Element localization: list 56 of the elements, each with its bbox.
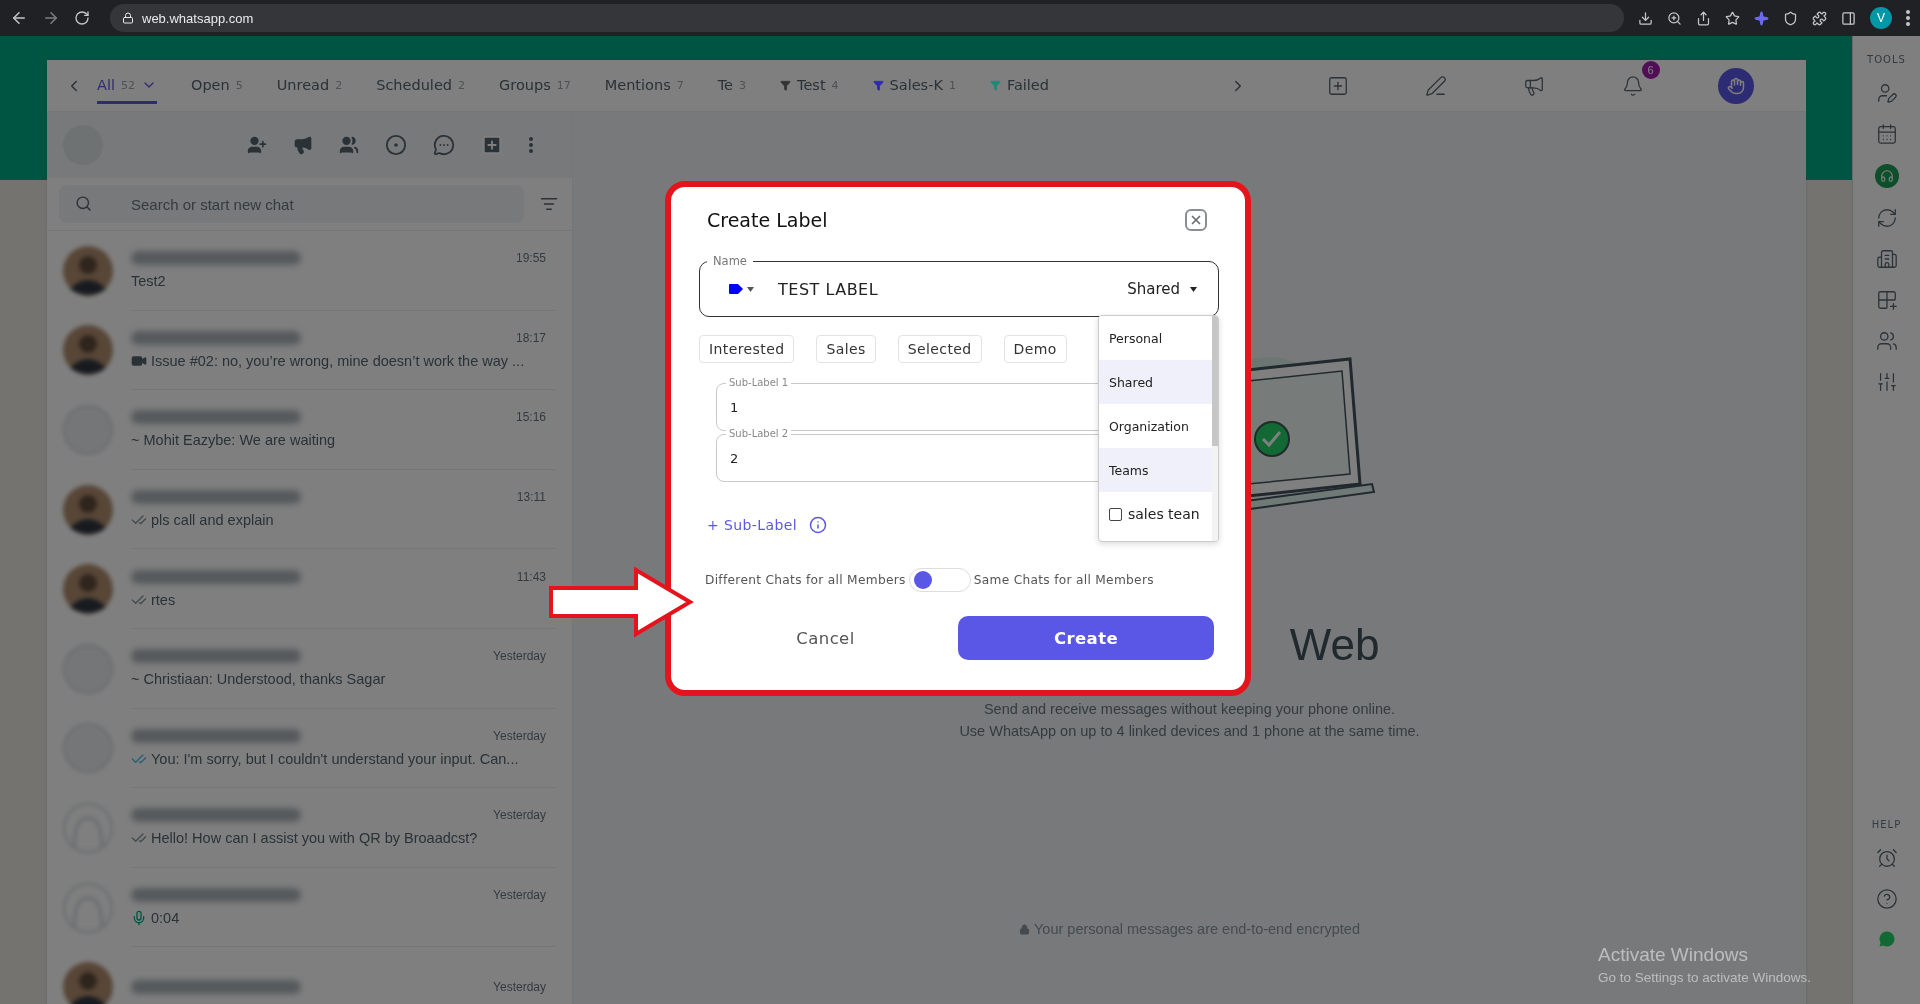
url-text: web.whatsapp.com	[142, 10, 254, 26]
label-chip[interactable]: Selected	[897, 335, 982, 363]
toggle-label: Different Chats for all Members	[705, 573, 906, 587]
scope-select[interactable]: Shared	[1127, 280, 1197, 298]
chat-item[interactable]: 18:17 Issue #02: no, you’re wrong, mine doesn’t work the way ...	[47, 310, 572, 391]
intro-text: Use WhatsApp on up to 4 linked devices and 1 phone at the same time.	[959, 722, 1420, 741]
chat-item[interactable]: Yesterday You: I'm sorry, but I couldn't understand your input. Can...	[47, 708, 572, 789]
intro-text: Send and receive messages without keeping your phone online.	[983, 700, 1396, 719]
label-chip[interactable]: Demo	[1003, 335, 1067, 363]
chat-time: Yesterday	[493, 808, 546, 823]
add-sub-label-link[interactable]: + Sub-Label	[707, 517, 798, 533]
chat-time: Yesterday	[493, 649, 546, 664]
dropdown-option[interactable]: Teams	[1099, 448, 1212, 492]
chat-preview: Test2	[131, 273, 166, 290]
create-button[interactable]: Create	[958, 616, 1214, 660]
dropdown-option[interactable]: Shared	[1099, 360, 1212, 404]
chat-time: 11:43	[516, 569, 546, 584]
chat-time: 15:16	[515, 410, 546, 425]
dialog-title: Create Label	[707, 209, 828, 231]
dropdown-option[interactable]: Personal	[1099, 316, 1212, 360]
chat-time: Yesterday	[493, 728, 546, 743]
activation-subtitle: Go to Settings to activate Windows.	[1598, 970, 1812, 985]
chat-time: 19:55	[515, 251, 546, 266]
chat-preview: 0:04	[151, 910, 180, 927]
chat-preview: You: I'm sorry, but I couldn't understand your input. Can...	[151, 750, 519, 767]
chat-item[interactable]: 13:11 pls call and explain	[47, 469, 572, 550]
name-field[interactable]: Name TEST LABEL Shared	[699, 252, 1219, 317]
chat-time: Yesterday	[493, 979, 546, 994]
notification-badge: 6	[1641, 60, 1660, 79]
toggle-label: Same Chats for all Members	[973, 573, 1154, 587]
address-bar[interactable]: web.whatsapp.com	[110, 4, 1624, 32]
chat-item[interactable]: Yesterday ~ Christiaan: Understood, thanks Sagar	[47, 628, 572, 709]
chat-item[interactable]: Yesterday	[47, 947, 572, 1004]
profile-button[interactable]: V	[1870, 7, 1892, 29]
chat-preview: ~ Christiaan: Understood, thanks Sagar	[131, 671, 386, 688]
activation-title: Activate Windows	[1598, 944, 1749, 966]
help-heading: HELP	[1871, 818, 1902, 830]
intro-title: Web	[1289, 620, 1380, 670]
chat-preview: rtes	[151, 591, 176, 608]
chat-item[interactable]: Yesterday Hello! How can I assist you with QR by Broaadcst?	[47, 788, 572, 868]
chat-time: Yesterday	[493, 888, 546, 903]
chat-item[interactable]: 15:16 ~ Mohit Eazybe: We are waiting	[47, 390, 572, 470]
chat-preview: ~ Mohit Eazybe: We are waiting	[131, 432, 336, 449]
chat-item[interactable]: 19:55 Test2	[47, 231, 572, 311]
chat-time: 18:17	[515, 330, 546, 345]
chat-preview: Issue #02: no, you’re wrong, mine doesn’t work the way ...	[151, 352, 525, 369]
name-input[interactable]: TEST LABEL	[776, 278, 1128, 300]
label-chip[interactable]: Sales	[816, 335, 876, 363]
filter-tab[interactable]: Failed	[989, 67, 1049, 104]
chat-preview: pls call and explain	[151, 512, 274, 529]
search-field[interactable]: Search or start new chat	[59, 185, 524, 223]
tools-heading: TOOLS	[1867, 54, 1906, 65]
label-chip[interactable]: Interested	[699, 335, 795, 363]
chat-item[interactable]: Yesterday 0:04	[47, 867, 572, 948]
chat-preview: Hello! How can I assist you with QR by Broaadcst?	[151, 830, 478, 847]
chat-time: 13:11	[516, 490, 546, 505]
